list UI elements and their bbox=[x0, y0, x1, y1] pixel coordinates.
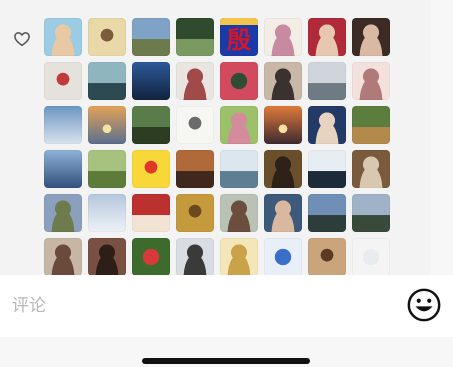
liker-avatar[interactable] bbox=[44, 18, 82, 56]
liker-avatar[interactable] bbox=[44, 106, 82, 144]
liker-avatar[interactable] bbox=[308, 106, 346, 144]
liker-avatar[interactable] bbox=[264, 62, 302, 100]
home-indicator[interactable] bbox=[142, 358, 310, 364]
liker-avatar[interactable] bbox=[132, 238, 170, 275]
liker-avatar[interactable] bbox=[176, 150, 214, 188]
liker-avatar[interactable] bbox=[308, 18, 346, 56]
liker-avatar[interactable] bbox=[132, 150, 170, 188]
liker-avatar[interactable] bbox=[176, 106, 214, 144]
liker-avatar[interactable] bbox=[176, 18, 214, 56]
liker-avatar[interactable] bbox=[352, 106, 390, 144]
liker-avatar[interactable] bbox=[220, 238, 258, 275]
liker-avatar[interactable] bbox=[352, 150, 390, 188]
liker-avatar[interactable] bbox=[44, 194, 82, 232]
heart-icon bbox=[14, 32, 30, 47]
liker-avatar[interactable] bbox=[264, 106, 302, 144]
liker-avatar[interactable] bbox=[352, 194, 390, 232]
liker-avatar[interactable] bbox=[132, 62, 170, 100]
liker-avatar[interactable] bbox=[88, 18, 126, 56]
liker-avatar[interactable] bbox=[264, 150, 302, 188]
avatar-glyph: 殷 bbox=[220, 18, 258, 56]
liker-avatar[interactable] bbox=[264, 18, 302, 56]
liker-avatar[interactable] bbox=[88, 150, 126, 188]
liker-avatar[interactable] bbox=[352, 62, 390, 100]
liker-avatar[interactable] bbox=[88, 194, 126, 232]
comment-input[interactable] bbox=[0, 275, 400, 337]
liker-avatar[interactable] bbox=[308, 62, 346, 100]
liker-avatar[interactable] bbox=[220, 150, 258, 188]
liker-avatar[interactable] bbox=[220, 194, 258, 232]
liker-avatar[interactable] bbox=[44, 238, 82, 275]
liker-avatar[interactable] bbox=[44, 150, 82, 188]
liker-avatar[interactable] bbox=[264, 194, 302, 232]
liker-avatar[interactable] bbox=[352, 238, 390, 275]
liker-avatar[interactable] bbox=[176, 62, 214, 100]
liker-avatar[interactable] bbox=[88, 62, 126, 100]
liker-avatar[interactable] bbox=[220, 62, 258, 100]
liker-avatar[interactable] bbox=[176, 194, 214, 232]
liker-avatar[interactable] bbox=[176, 238, 214, 275]
liker-avatar[interactable] bbox=[308, 238, 346, 275]
liker-avatar[interactable] bbox=[352, 18, 390, 56]
liker-avatar[interactable] bbox=[308, 150, 346, 188]
liker-avatar[interactable] bbox=[132, 106, 170, 144]
liker-avatar[interactable] bbox=[132, 18, 170, 56]
liker-avatar-grid: 殷 bbox=[44, 18, 390, 275]
liker-avatar[interactable] bbox=[264, 238, 302, 275]
liker-avatar[interactable] bbox=[88, 238, 126, 275]
liker-avatar[interactable] bbox=[88, 106, 126, 144]
comment-bar bbox=[0, 275, 453, 337]
liker-avatar[interactable] bbox=[44, 62, 82, 100]
likes-panel: 殷 bbox=[0, 0, 431, 275]
liker-avatar[interactable] bbox=[132, 194, 170, 232]
smiley-face-icon bbox=[407, 288, 441, 322]
liker-avatar[interactable]: 殷 bbox=[220, 18, 258, 56]
liker-avatar[interactable] bbox=[220, 106, 258, 144]
emoji-button[interactable] bbox=[405, 286, 443, 324]
liker-avatar[interactable] bbox=[308, 194, 346, 232]
